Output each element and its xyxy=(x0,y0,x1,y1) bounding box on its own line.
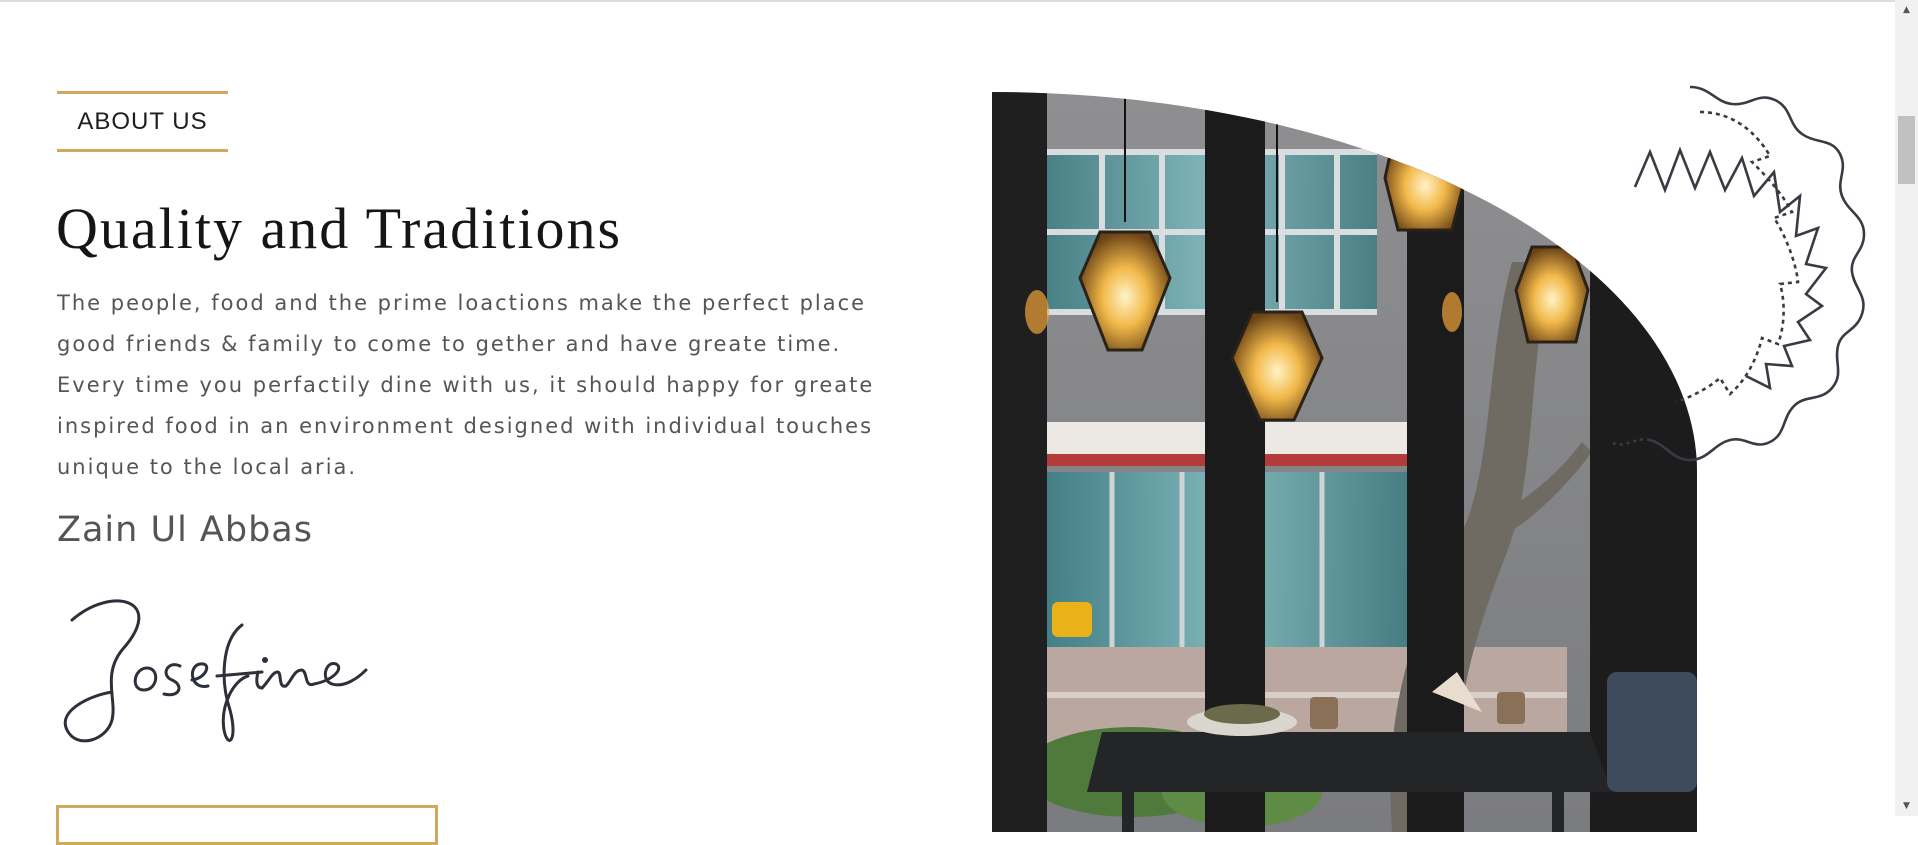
section-tag: ABOUT US xyxy=(57,91,228,152)
top-border-line xyxy=(0,0,1898,2)
chevron-down-icon[interactable]: ▼ xyxy=(1895,796,1918,816)
signature-image xyxy=(63,599,368,743)
author-name: Zain Ul Abbas xyxy=(57,510,313,550)
intro-line: unique to the local aria. xyxy=(57,455,358,479)
vertical-scrollbar[interactable]: ▲ ▼ xyxy=(1895,0,1918,816)
intro-line: Every time you perfactily dine with us, … xyxy=(57,373,875,397)
intro-paragraph: The people, food and the prime loactions… xyxy=(57,283,907,488)
flower-outline-icon xyxy=(1609,85,1866,462)
intro-line: good friends & family to come to gether … xyxy=(57,332,842,356)
scrollbar-thumb[interactable] xyxy=(1898,116,1915,184)
chevron-up-icon[interactable]: ▲ xyxy=(1895,0,1918,20)
section-heading: Quality and Traditions xyxy=(56,196,623,261)
intro-line: The people, food and the prime loactions… xyxy=(57,291,867,315)
intro-line: inspired food in an environment designed… xyxy=(57,414,874,438)
cta-button[interactable] xyxy=(56,805,438,845)
